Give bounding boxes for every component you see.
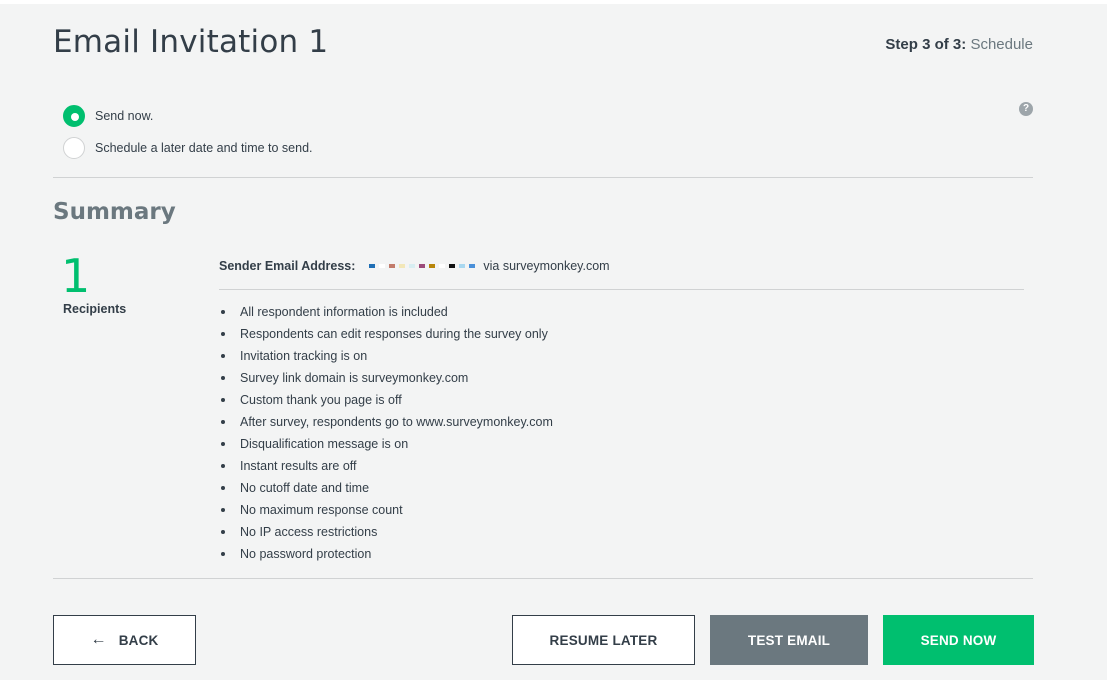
footer-divider: [53, 578, 1033, 579]
settings-item: Instant results are off: [219, 458, 553, 480]
page-background: Email Invitation 1 Step 3 of 3: Schedule…: [0, 4, 1107, 680]
back-button[interactable]: ← BACK: [53, 615, 196, 665]
arrow-left-icon: ←: [90, 631, 107, 648]
settings-item: After survey, respondents go to www.surv…: [219, 414, 553, 436]
help-icon[interactable]: ?: [1019, 102, 1033, 116]
schedule-later-option[interactable]: Schedule a later date and time to send.: [63, 137, 313, 159]
summary-divider: [219, 289, 1024, 290]
settings-item: No maximum response count: [219, 502, 553, 524]
redacted-pixel: [439, 264, 446, 268]
settings-item: Disqualification message is on: [219, 436, 553, 458]
redacted-pixel: [379, 264, 386, 268]
settings-item: Custom thank you page is off: [219, 392, 553, 414]
send-now-option[interactable]: Send now.: [63, 105, 153, 127]
resume-later-button[interactable]: RESUME LATER: [512, 615, 695, 665]
settings-item: Survey link domain is surveymonkey.com: [219, 370, 553, 392]
send-now-label: Send now.: [95, 109, 154, 123]
settings-list: All respondent information is included Re…: [219, 304, 553, 568]
redacted-pixel: [389, 264, 396, 268]
redacted-pixel: [399, 264, 406, 268]
test-email-button[interactable]: TEST EMAIL: [710, 615, 868, 665]
send-now-radio[interactable]: [63, 105, 85, 127]
settings-item: No cutoff date and time: [219, 480, 553, 502]
redacted-pixel: [419, 264, 426, 268]
section-divider: [53, 177, 1033, 178]
redacted-pixel: [459, 264, 466, 268]
settings-item: No password protection: [219, 546, 553, 568]
recipient-count: 1: [61, 249, 91, 303]
recipient-label: Recipients: [63, 302, 127, 316]
settings-item: All respondent information is included: [219, 304, 553, 326]
schedule-later-radio[interactable]: [63, 137, 85, 159]
send-now-button[interactable]: SEND NOW: [883, 615, 1034, 665]
back-label: BACK: [118, 632, 159, 648]
redacted-pixel: [429, 264, 436, 268]
redacted-email: [369, 259, 479, 273]
redacted-pixel: [469, 264, 476, 268]
step-indicator: Step 3 of 3: Schedule: [885, 36, 1033, 53]
summary-title: Summary: [53, 199, 176, 225]
settings-item: Invitation tracking is on: [219, 348, 553, 370]
settings-item: Respondents can edit responses during th…: [219, 326, 553, 348]
step-prefix: Step 3 of 3:: [885, 36, 967, 53]
step-name: Schedule: [970, 36, 1033, 53]
schedule-later-label: Schedule a later date and time to send.: [95, 141, 313, 155]
sender-email-suffix: via surveymonkey.com: [483, 259, 610, 273]
redacted-pixel: [449, 264, 456, 268]
sender-email-label: Sender Email Address:: [219, 259, 356, 273]
settings-item: No IP access restrictions: [219, 524, 553, 546]
page-title: Email Invitation 1: [53, 24, 329, 60]
redacted-pixel: [409, 264, 416, 268]
redacted-pixel: [369, 264, 376, 268]
sender-email-row: Sender Email Address: via surveymonkey.c…: [219, 259, 610, 273]
